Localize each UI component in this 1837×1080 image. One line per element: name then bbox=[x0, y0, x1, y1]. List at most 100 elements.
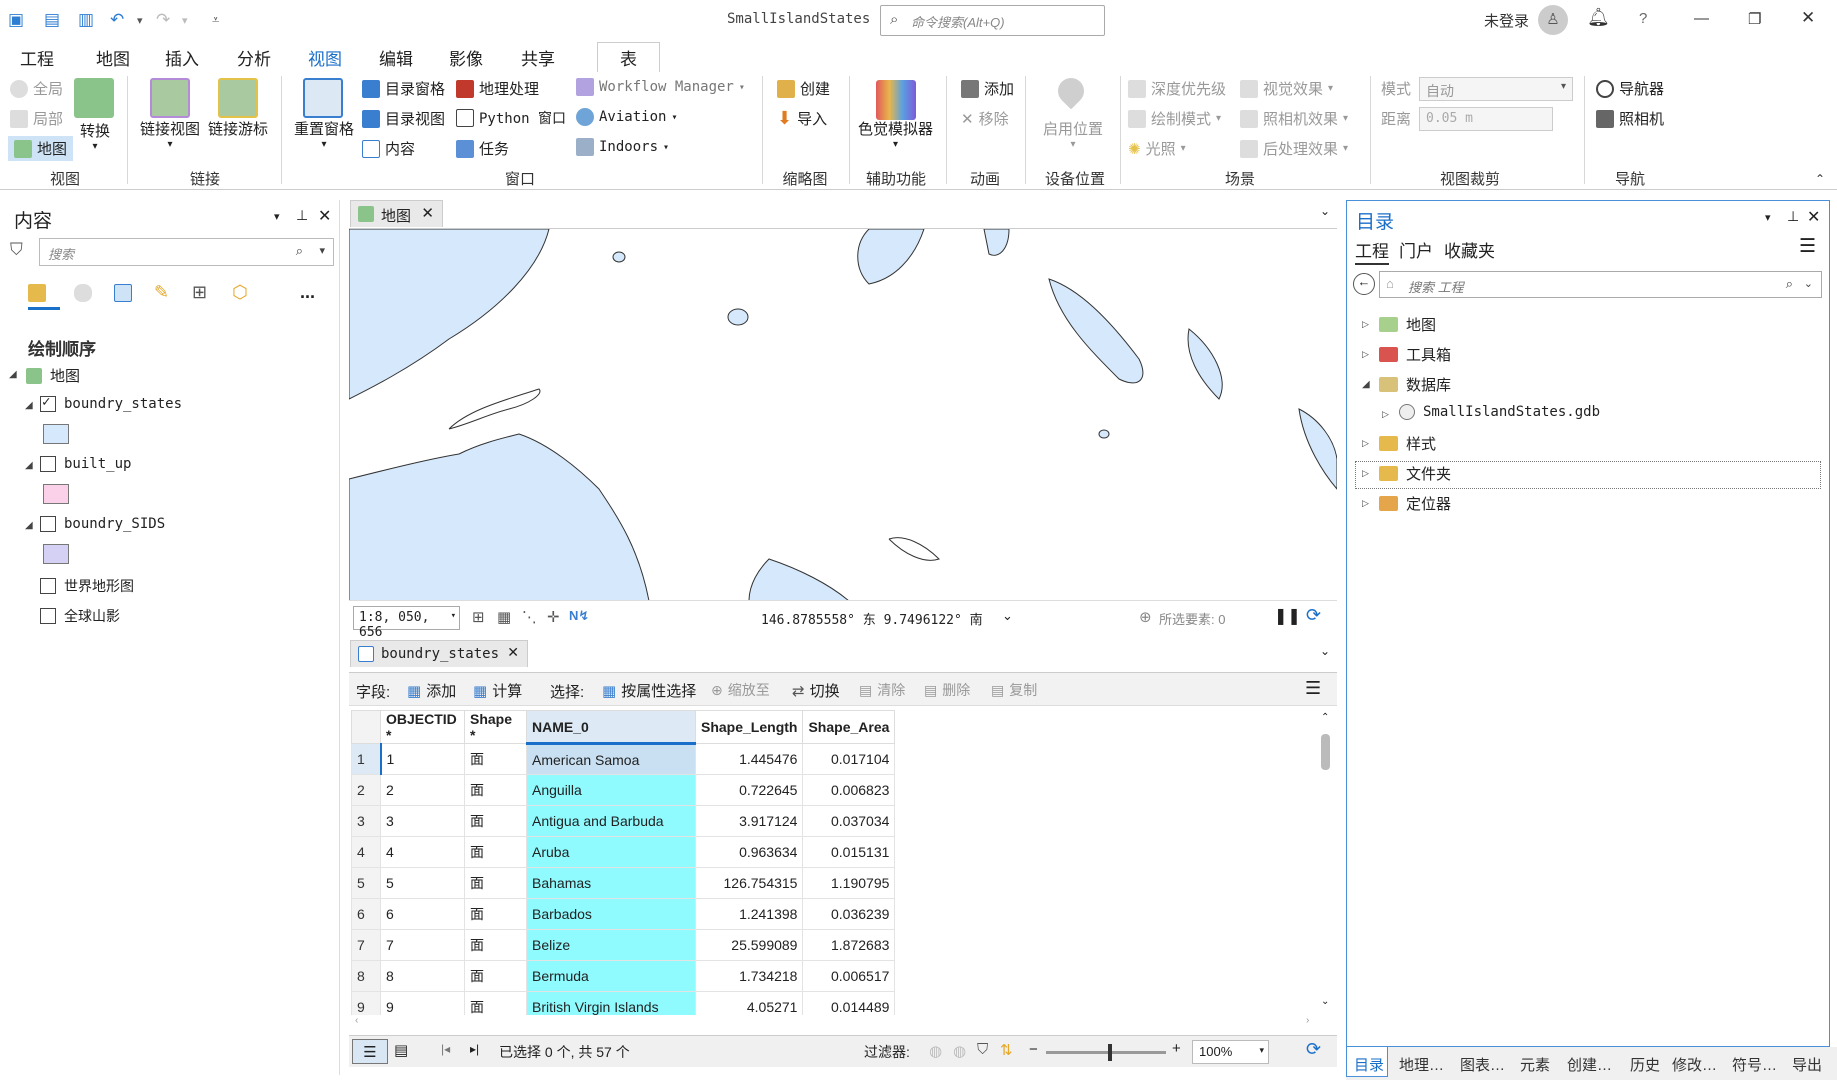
convert-button[interactable]: 转换 ▾ bbox=[80, 120, 110, 152]
enable-location-button[interactable]: 启用位置 ▾ bbox=[1043, 118, 1103, 150]
map-node[interactable]: 地图 bbox=[26, 365, 80, 386]
column-header[interactable]: NAME_0 bbox=[526, 710, 696, 745]
catalog-item-locators[interactable]: 定位器 bbox=[1379, 493, 1451, 514]
row-number-cell[interactable]: 8 bbox=[351, 960, 381, 992]
layer-world-hillshade[interactable]: 全球山影 bbox=[40, 606, 120, 626]
pin-icon[interactable]: ⊥ bbox=[1787, 208, 1799, 225]
contents-pane-button[interactable]: 内容 bbox=[362, 138, 415, 159]
tab-map[interactable]: 地图 bbox=[96, 45, 130, 70]
switch-selection-button[interactable]: ⇄ 切换 bbox=[792, 680, 840, 701]
sort-icon[interactable]: ⇅ bbox=[1000, 1041, 1013, 1059]
layer-boundry-sids[interactable]: boundry_SIDS bbox=[40, 516, 165, 532]
list-by-snapping-icon[interactable]: ⊞ bbox=[192, 282, 207, 303]
grid-icon[interactable]: ▦ bbox=[497, 608, 511, 626]
expand-triangle-icon[interactable]: ▷ bbox=[1362, 319, 1369, 330]
column-header[interactable]: Shape_Area bbox=[802, 710, 896, 744]
avatar[interactable]: ♙ bbox=[1538, 5, 1568, 35]
post-processing-button[interactable]: 后处理效果 ▾ bbox=[1240, 138, 1348, 159]
illumination-button[interactable]: ✺ 光照 ▾ bbox=[1128, 138, 1186, 159]
catalog-search-input[interactable]: ⌂ 搜索 工程 ⌕ ⌄ bbox=[1379, 271, 1822, 298]
catalog-tab-project[interactable]: 工程 bbox=[1355, 237, 1389, 265]
workflow-manager-button[interactable]: Workflow Manager ▾ bbox=[576, 78, 745, 96]
add-animation-button[interactable]: 添加 bbox=[961, 78, 1014, 99]
show-selected-records-icon[interactable]: ▤ bbox=[394, 1041, 408, 1059]
undo-dropdown-icon[interactable]: ▾ bbox=[137, 14, 143, 27]
layer-visibility-checkbox[interactable] bbox=[40, 394, 56, 412]
table-cell[interactable]: 0.015131 bbox=[802, 836, 896, 868]
clear-selection-button[interactable]: ▤ 清除 bbox=[859, 680, 905, 700]
layer-visibility-checkbox[interactable] bbox=[40, 578, 56, 594]
pane-options-icon[interactable]: ▾ bbox=[274, 210, 280, 223]
clip-mode-select[interactable]: 自动 ▾ bbox=[1419, 77, 1573, 101]
table-row[interactable]: 1 1 面 American Samoa 1.445476 0.017104 bbox=[351, 743, 896, 775]
catalog-item-gdb[interactable]: SmallIslandStates.gdb bbox=[1399, 404, 1600, 420]
table-vertical-scrollbar[interactable]: ⌃ ⌄ bbox=[1318, 712, 1334, 1010]
table-cell[interactable]: 面 bbox=[464, 743, 527, 775]
layer-visibility-checkbox[interactable] bbox=[40, 608, 56, 624]
bottom-tab-geoprocessing[interactable]: 地理… bbox=[1399, 1054, 1444, 1075]
refresh-icon[interactable]: ⟳ bbox=[1306, 1039, 1321, 1060]
close-pane-icon[interactable]: ✕ bbox=[1807, 207, 1820, 227]
row-number-cell[interactable]: 7 bbox=[351, 929, 381, 961]
calculate-field-button[interactable]: ▦ 计算 bbox=[473, 680, 522, 701]
table-cell[interactable]: 面 bbox=[464, 929, 527, 961]
table-cell[interactable]: 5 bbox=[380, 867, 465, 899]
layer-world-topographic[interactable]: 世界地形图 bbox=[40, 576, 134, 596]
table-menu-icon[interactable]: ☰ bbox=[1305, 678, 1321, 699]
tab-share[interactable]: 共享 bbox=[521, 45, 555, 70]
save-project-icon[interactable]: ▥ bbox=[78, 10, 94, 30]
pane-options-icon[interactable]: ▾ bbox=[1765, 211, 1771, 224]
copy-selection-button[interactable]: ▤ 复制 bbox=[991, 680, 1037, 700]
select-by-attributes-button[interactable]: ▦ 按属性选择 bbox=[602, 680, 696, 701]
bottom-tab-modify[interactable]: 修改… bbox=[1672, 1054, 1717, 1075]
map-view-button[interactable]: 地图 bbox=[8, 136, 74, 161]
catalog-menu-icon[interactable]: ☰ bbox=[1799, 235, 1816, 258]
remove-animation-button[interactable]: ✕ 移除 bbox=[961, 108, 1009, 129]
expand-triangle-icon[interactable]: ▷ bbox=[1362, 468, 1369, 479]
table-cell[interactable]: 0.722645 bbox=[694, 774, 804, 806]
column-header[interactable]: Shape_Length bbox=[694, 710, 804, 744]
layer-visibility-checkbox[interactable] bbox=[40, 456, 56, 472]
table-cell[interactable]: 7 bbox=[380, 929, 465, 961]
delete-selection-button[interactable]: ▤ 删除 bbox=[924, 680, 970, 700]
bottom-tab-export[interactable]: 导出 bbox=[1792, 1054, 1822, 1075]
table-row[interactable]: 3 3 面 Antigua and Barbuda 3.917124 0.037034 bbox=[351, 805, 896, 837]
zoom-out-icon[interactable]: − bbox=[1029, 1041, 1038, 1058]
create-overview-button[interactable]: 创建 bbox=[777, 78, 830, 99]
expand-triangle-icon[interactable]: ▷ bbox=[1362, 349, 1369, 360]
import-overview-button[interactable]: ⬇ 导入 bbox=[777, 108, 827, 129]
table-cell[interactable]: 1.872683 bbox=[802, 929, 896, 961]
table-cell[interactable]: 面 bbox=[464, 774, 527, 806]
tab-analysis[interactable]: 分析 bbox=[237, 45, 271, 70]
catalog-item-databases[interactable]: 数据库 bbox=[1379, 374, 1451, 395]
list-by-drawing-order-icon[interactable] bbox=[28, 280, 60, 310]
scrollbar-thumb[interactable] bbox=[1321, 734, 1330, 770]
table-row[interactable]: 7 7 面 Belize 25.599089 1.872683 bbox=[351, 929, 896, 961]
table-horizontal-scrollbar[interactable]: ‹ › bbox=[351, 1015, 1316, 1031]
row-header-corner[interactable] bbox=[351, 710, 381, 744]
layer-boundry-states[interactable]: boundry_states bbox=[40, 394, 182, 412]
zoom-in-icon[interactable]: + bbox=[1172, 1040, 1181, 1057]
catalog-item-folders[interactable]: 文件夹 bbox=[1379, 463, 1451, 484]
row-number-cell[interactable]: 5 bbox=[351, 867, 381, 899]
row-number-cell[interactable]: 1 bbox=[351, 743, 381, 775]
filter-extent-icon[interactable]: ◍ bbox=[929, 1042, 942, 1060]
pause-drawing-icon[interactable]: ❚❚ bbox=[1274, 606, 1301, 626]
layer-visibility-checkbox[interactable] bbox=[40, 516, 56, 532]
table-zoom-select[interactable]: 100% ▾ bbox=[1192, 1040, 1269, 1064]
list-by-labeling-icon[interactable]: ⬡ bbox=[232, 282, 248, 303]
undo-icon[interactable]: ↶ bbox=[110, 10, 124, 30]
map-scale-select[interactable]: 1:8, 050, 656 ▾ bbox=[353, 606, 460, 640]
link-navigation-button[interactable]: 链接游标 bbox=[208, 118, 268, 139]
view-options-chevron-icon[interactable]: ⌄ bbox=[1320, 644, 1330, 658]
link-views-button[interactable]: 链接视图 ▾ bbox=[140, 118, 200, 150]
tab-project[interactable]: 工程 bbox=[20, 45, 54, 70]
tab-edit[interactable]: 编辑 bbox=[379, 45, 413, 70]
camera-effects-button[interactable]: 照相机效果 ▾ bbox=[1240, 108, 1348, 129]
bottom-tab-symbology[interactable]: 符号… bbox=[1732, 1054, 1777, 1075]
reset-panes-button[interactable]: 重置窗格 ▾ bbox=[294, 118, 354, 150]
add-field-button[interactable]: ▦ 添加 bbox=[407, 680, 456, 701]
open-project-icon[interactable]: ▤ bbox=[44, 10, 60, 30]
bottom-tab-elements[interactable]: 元素 bbox=[1520, 1054, 1550, 1075]
customize-qat-icon[interactable]: ⩡ bbox=[212, 12, 219, 28]
